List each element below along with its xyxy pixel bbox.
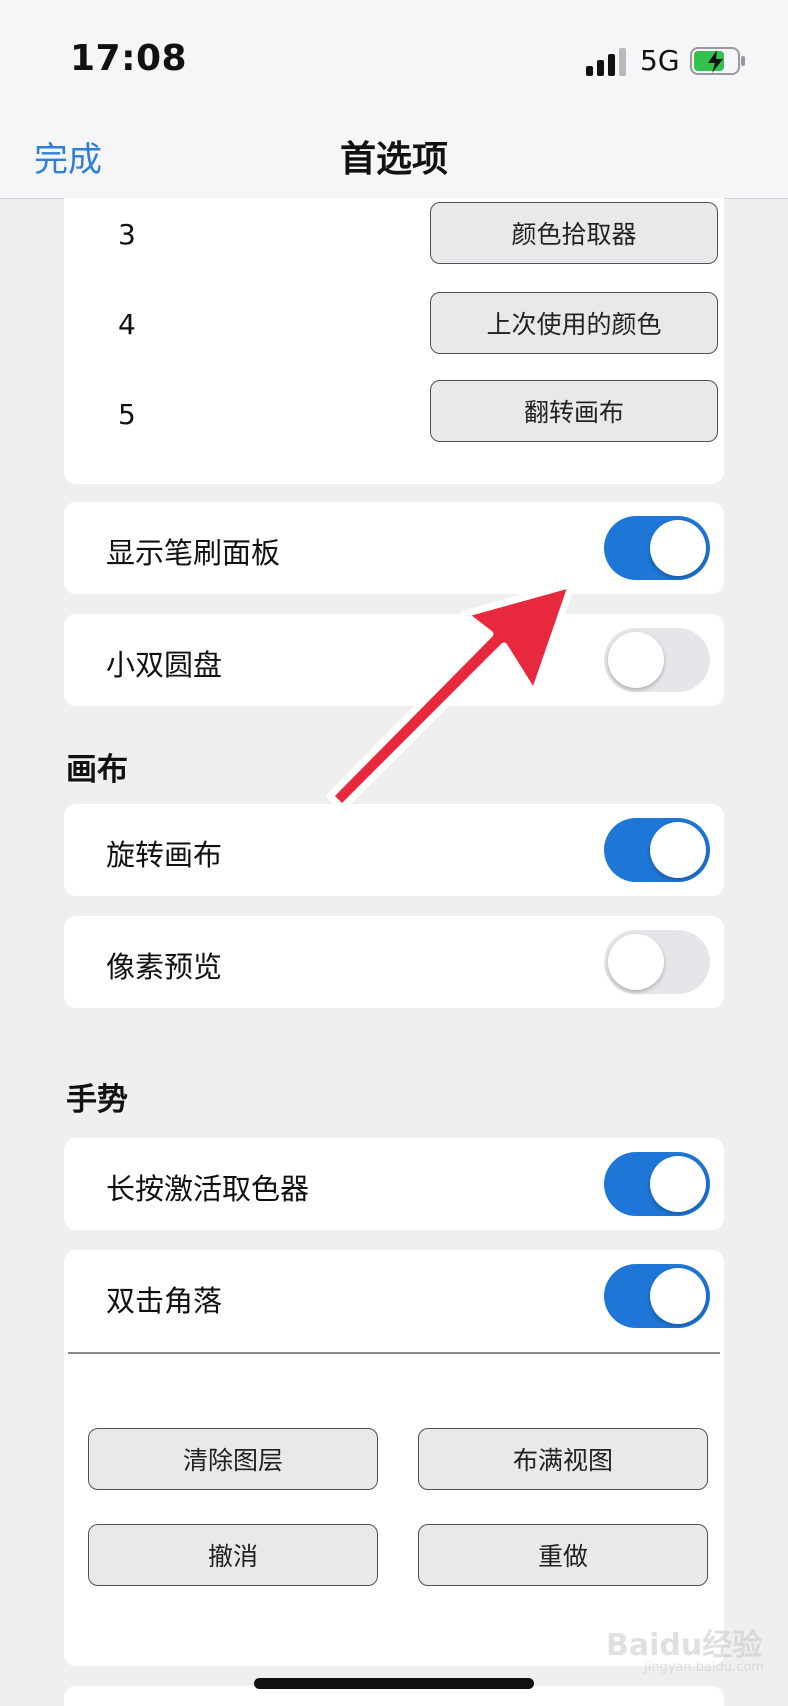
watermark-text: Baidu经验 bbox=[606, 1628, 763, 1663]
baidu-watermark-logo: Baidu经验 jingyan.baidu.com bbox=[604, 1614, 780, 1684]
annotation-arrow-icon bbox=[326, 580, 576, 812]
watermark-url: jingyan.baidu.com bbox=[644, 1660, 764, 1675]
home-indicator[interactable] bbox=[254, 1678, 534, 1689]
